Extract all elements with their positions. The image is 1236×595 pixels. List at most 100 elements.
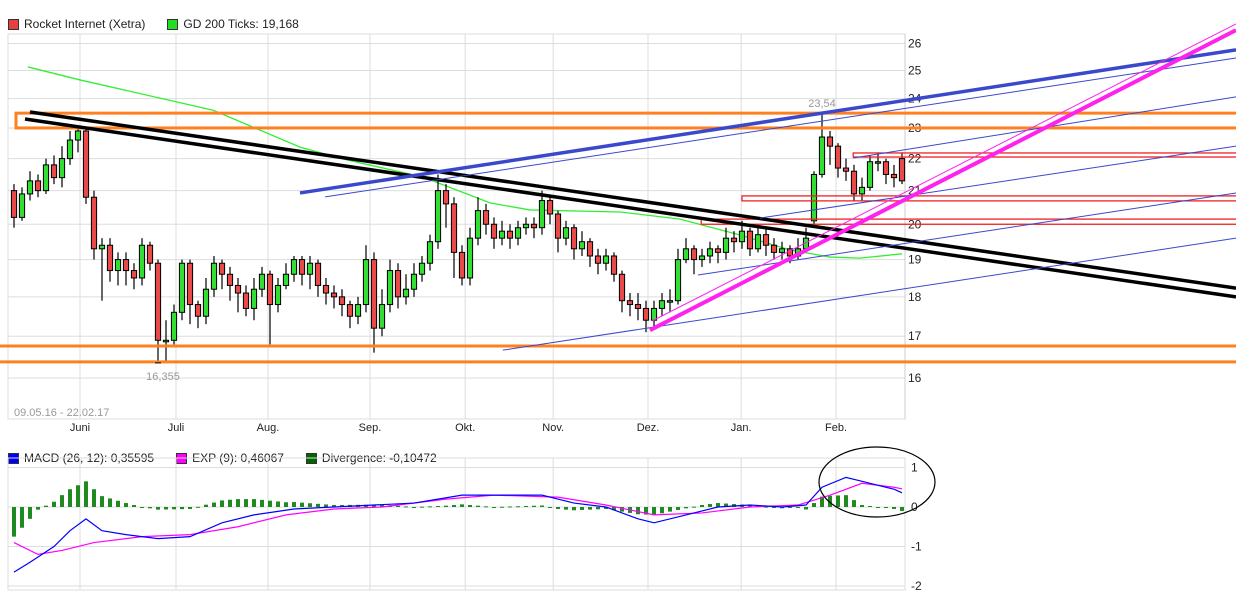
divergence-bar [556, 507, 560, 509]
candle [122, 252, 130, 286]
candle-body [842, 167, 850, 172]
divergence-bar [668, 507, 672, 512]
candle [354, 296, 362, 325]
candle [570, 224, 578, 260]
candle [890, 164, 898, 188]
candle-body [298, 259, 306, 275]
candle [810, 171, 818, 225]
candle [338, 289, 346, 317]
candle [618, 270, 626, 313]
candle-body [858, 186, 866, 195]
candle [466, 227, 474, 286]
divergence-bar [124, 503, 128, 507]
candle-body [578, 241, 586, 250]
divergence-bar [684, 507, 688, 509]
candle [50, 155, 58, 185]
divergence-bar [660, 507, 664, 514]
divergence-bar [428, 506, 432, 508]
divergence-bar [652, 507, 656, 515]
candle-body [266, 273, 274, 306]
candle-body [834, 145, 842, 169]
candle-body [866, 161, 874, 188]
candle-body [642, 307, 650, 321]
candle [426, 234, 434, 271]
candle-body [178, 262, 186, 313]
candle [226, 266, 234, 301]
divergence-bar [260, 499, 264, 507]
candle-body [346, 304, 354, 317]
candle [866, 155, 874, 191]
candle [106, 238, 114, 282]
candle [770, 238, 778, 260]
divergence-bar [308, 503, 312, 507]
candle [458, 245, 466, 286]
divergence-bar [876, 507, 880, 508]
divergence-bar [588, 507, 592, 510]
divergence-bar [404, 506, 408, 508]
divergence-bar [420, 506, 424, 508]
candle [674, 248, 682, 305]
candle-body [754, 234, 762, 250]
candle-body [762, 234, 770, 246]
divergence-bar [692, 506, 696, 508]
candle [162, 320, 170, 361]
stock-chart: 1617181920212223242526JuniJuliAug.Sep.Ok… [0, 23, 1236, 593]
candle [882, 158, 890, 185]
candle-body [426, 241, 434, 264]
candle-body [258, 273, 266, 290]
candle [722, 227, 730, 260]
candle-body [818, 136, 826, 175]
divergence-bar [436, 506, 440, 508]
month-label: Sep. [359, 422, 382, 434]
price-tick-label: 22 [908, 152, 922, 166]
price-tick-label: 17 [908, 329, 922, 343]
month-label: Okt. [455, 422, 475, 434]
candle [282, 263, 290, 290]
candle-body [706, 248, 714, 257]
divergence-bar [396, 505, 400, 507]
divergence-bar [220, 500, 224, 507]
candle-body [778, 248, 786, 253]
candle [858, 177, 866, 201]
candle [274, 277, 282, 313]
trend-line [502, 237, 1236, 351]
candle [370, 252, 378, 353]
candle [394, 263, 402, 309]
divergence-bar [116, 500, 120, 507]
divergence-bar [196, 506, 200, 508]
candle-body [314, 262, 322, 286]
month-label: Jan. [731, 422, 752, 434]
candle-body [34, 180, 42, 192]
candle-body [98, 244, 106, 250]
candle-body [850, 170, 858, 195]
candle-body [186, 262, 194, 306]
divergence-bar [468, 505, 472, 507]
candle-body [594, 255, 602, 264]
candle [442, 184, 450, 228]
candle-body [122, 259, 130, 272]
macd-line [13, 476, 903, 573]
candle [474, 197, 482, 246]
divergence-bar [132, 505, 136, 507]
divergence-bar [572, 507, 576, 511]
divergence-bar [188, 507, 192, 509]
candle [506, 224, 514, 249]
candle [434, 174, 442, 249]
candle-body [434, 190, 442, 243]
candle-body [274, 284, 282, 306]
candle [98, 238, 106, 301]
candle-body [458, 251, 466, 279]
candle-body [530, 223, 538, 229]
candle-body [890, 173, 898, 179]
candle-body [826, 136, 834, 147]
candle [250, 277, 258, 321]
candle-body [106, 244, 114, 272]
divergence-bar [892, 507, 896, 509]
divergence-bar [596, 507, 600, 510]
candle-body [378, 304, 386, 329]
divergence-bar [868, 506, 872, 508]
candle [594, 248, 602, 275]
candle-body [234, 284, 242, 294]
candle [138, 238, 146, 286]
candle-body [18, 193, 26, 218]
